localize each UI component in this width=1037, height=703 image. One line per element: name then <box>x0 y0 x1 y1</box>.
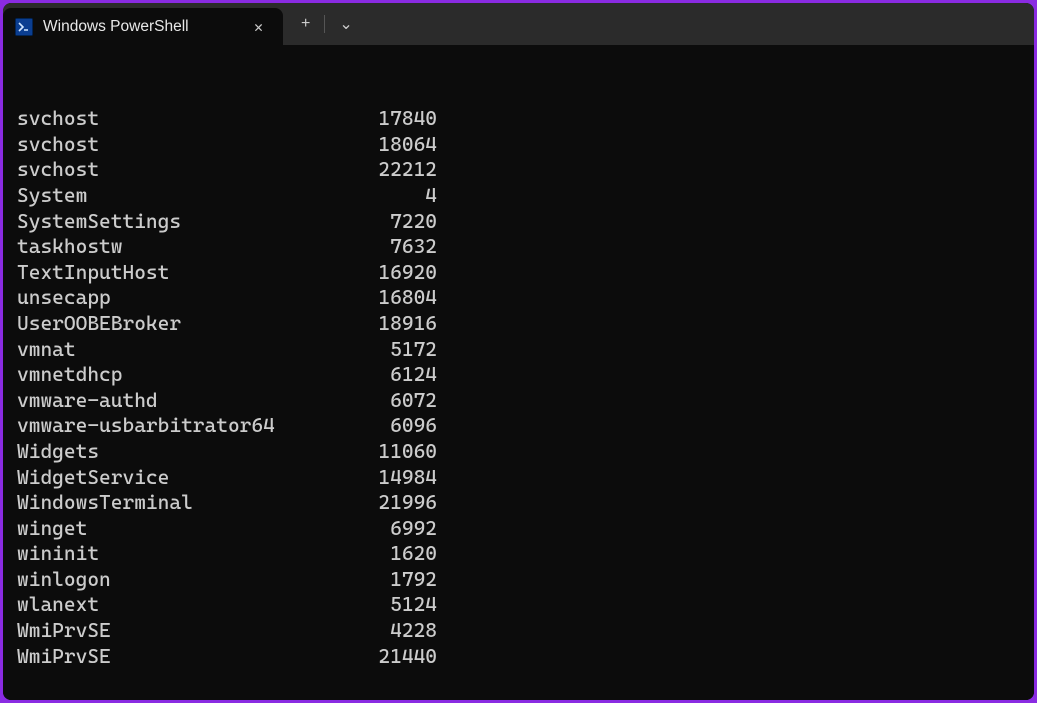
process-name: WmiPrvSE <box>17 644 352 670</box>
table-row: svchost22212 <box>17 157 1020 183</box>
process-name: winlogon <box>17 567 352 593</box>
process-id: 18064 <box>352 132 437 158</box>
process-name: WindowsTerminal <box>17 490 352 516</box>
process-name: svchost <box>17 106 352 132</box>
table-row: winlogon1792 <box>17 567 1020 593</box>
titlebar-actions: + ⌄ <box>283 3 363 45</box>
process-name: vmware-usbarbitrator64 <box>17 413 352 439</box>
table-row: UserOOBEBroker18916 <box>17 311 1020 337</box>
process-id: 6992 <box>352 516 437 542</box>
table-row: wlanext5124 <box>17 592 1020 618</box>
process-name: wininit <box>17 541 352 567</box>
process-id: 4 <box>352 183 437 209</box>
terminal-body[interactable]: svchost17840svchost18064svchost22212Syst… <box>3 45 1034 700</box>
titlebar: Windows PowerShell ✕ + ⌄ <box>3 3 1034 45</box>
divider <box>324 15 325 33</box>
process-id: 11060 <box>352 439 437 465</box>
table-row: SystemSettings7220 <box>17 209 1020 235</box>
close-icon[interactable]: ✕ <box>248 15 269 39</box>
process-name: svchost <box>17 157 352 183</box>
table-row: vmware-authd6072 <box>17 388 1020 414</box>
process-id: 18916 <box>352 311 437 337</box>
process-id: 5172 <box>352 337 437 363</box>
process-name: winget <box>17 516 352 542</box>
process-name: wlanext <box>17 592 352 618</box>
table-row: vmware-usbarbitrator646096 <box>17 413 1020 439</box>
process-id: 22212 <box>352 157 437 183</box>
table-row: vmnat5172 <box>17 337 1020 363</box>
process-id: 17840 <box>352 106 437 132</box>
process-id: 7220 <box>352 209 437 235</box>
tab-title: Windows PowerShell <box>43 18 238 36</box>
process-id: 21996 <box>352 490 437 516</box>
process-name: taskhostw <box>17 234 352 260</box>
process-id: 21440 <box>352 644 437 670</box>
process-name: SystemSettings <box>17 209 352 235</box>
table-row: WmiPrvSE21440 <box>17 644 1020 670</box>
tab-dropdown-button[interactable]: ⌄ <box>329 10 362 38</box>
process-id: 5124 <box>352 592 437 618</box>
process-name: WidgetService <box>17 465 352 491</box>
process-id: 6124 <box>352 362 437 388</box>
table-row: unsecapp16804 <box>17 285 1020 311</box>
tab-powershell[interactable]: Windows PowerShell ✕ <box>3 8 283 45</box>
process-name: vmnetdhcp <box>17 362 352 388</box>
table-row: TextInputHost16920 <box>17 260 1020 286</box>
table-row: svchost17840 <box>17 106 1020 132</box>
process-name: UserOOBEBroker <box>17 311 352 337</box>
table-row: vmnetdhcp6124 <box>17 362 1020 388</box>
process-list: svchost17840svchost18064svchost22212Syst… <box>17 106 1020 669</box>
process-name: vmware-authd <box>17 388 352 414</box>
table-row: Widgets11060 <box>17 439 1020 465</box>
powershell-icon <box>15 18 33 36</box>
process-name: System <box>17 183 352 209</box>
process-name: vmnat <box>17 337 352 363</box>
process-name: Widgets <box>17 439 352 465</box>
process-name: svchost <box>17 132 352 158</box>
process-id: 6072 <box>352 388 437 414</box>
table-row: wininit1620 <box>17 541 1020 567</box>
table-row: svchost18064 <box>17 132 1020 158</box>
process-name: unsecapp <box>17 285 352 311</box>
terminal-window: Windows PowerShell ✕ + ⌄ svchost17840svc… <box>3 3 1034 700</box>
process-name: TextInputHost <box>17 260 352 286</box>
table-row: WindowsTerminal21996 <box>17 490 1020 516</box>
table-row: winget6992 <box>17 516 1020 542</box>
process-id: 1792 <box>352 567 437 593</box>
process-id: 7632 <box>352 234 437 260</box>
table-row: System4 <box>17 183 1020 209</box>
process-id: 4228 <box>352 618 437 644</box>
table-row: WidgetService14984 <box>17 465 1020 491</box>
table-row: taskhostw7632 <box>17 234 1020 260</box>
new-tab-button[interactable]: + <box>291 11 320 37</box>
process-id: 16920 <box>352 260 437 286</box>
process-id: 1620 <box>352 541 437 567</box>
process-id: 6096 <box>352 413 437 439</box>
process-id: 14984 <box>352 465 437 491</box>
process-id: 16804 <box>352 285 437 311</box>
table-row: WmiPrvSE4228 <box>17 618 1020 644</box>
process-name: WmiPrvSE <box>17 618 352 644</box>
